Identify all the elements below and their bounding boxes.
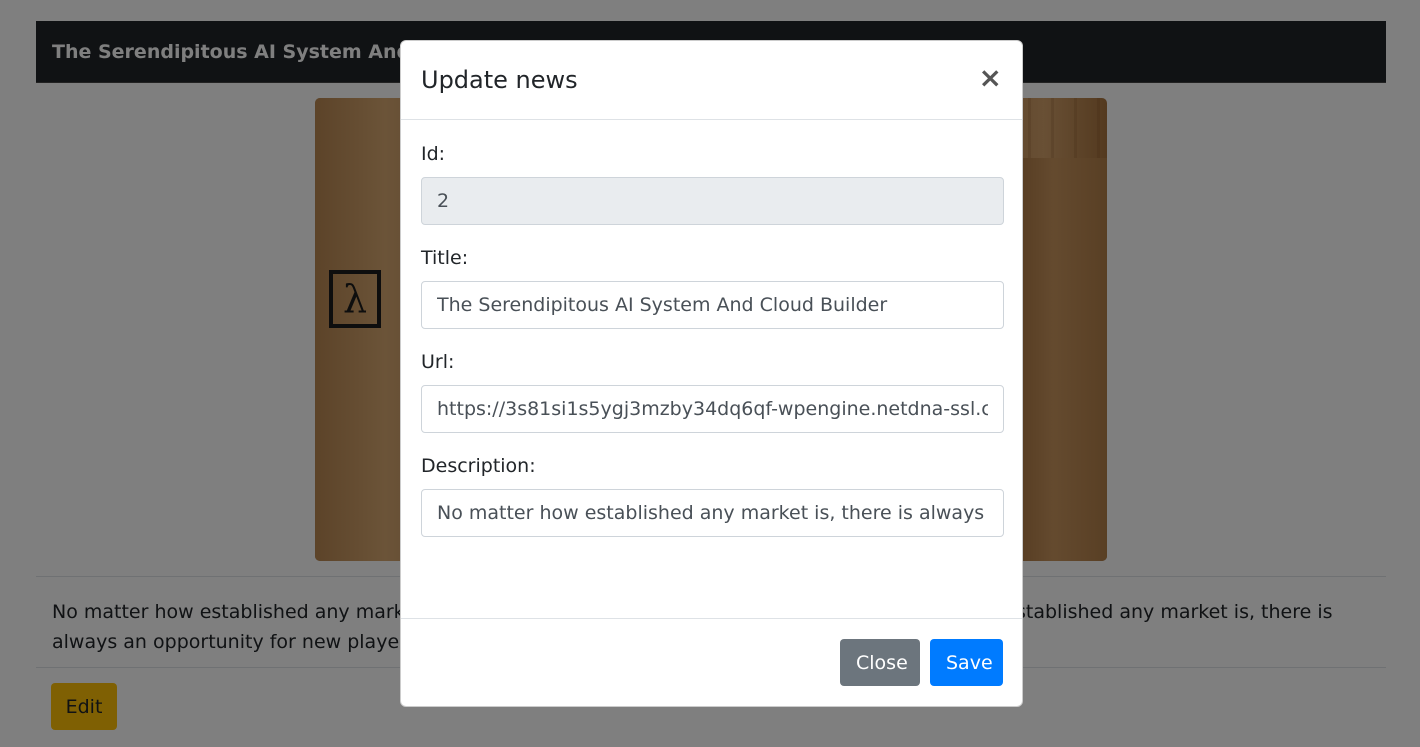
modal-title: Update news xyxy=(421,66,578,94)
close-button[interactable]: Close xyxy=(840,639,920,686)
form-group-url: Url: xyxy=(421,348,1004,433)
save-button[interactable]: Save xyxy=(930,639,1003,686)
url-label: Url: xyxy=(421,351,455,373)
modal-header: Update news × xyxy=(401,41,1022,120)
url-field[interactable] xyxy=(421,385,1004,433)
modal-body: Id: Title: Url: Description: xyxy=(401,120,1022,620)
form-group-title: Title: xyxy=(421,244,1004,329)
form-group-description: Description: xyxy=(421,452,1004,537)
id-field[interactable] xyxy=(421,177,1004,225)
close-icon[interactable]: × xyxy=(979,64,1002,92)
title-label: Title: xyxy=(421,247,469,269)
modal-footer: Close Save xyxy=(401,618,1022,706)
description-field[interactable] xyxy=(421,489,1004,537)
title-field[interactable] xyxy=(421,281,1004,329)
update-news-modal: Update news × Id: Title: Url: Descriptio… xyxy=(400,40,1023,707)
description-label: Description: xyxy=(421,455,536,477)
id-label: Id: xyxy=(421,143,446,165)
form-group-id: Id: xyxy=(421,140,1004,225)
